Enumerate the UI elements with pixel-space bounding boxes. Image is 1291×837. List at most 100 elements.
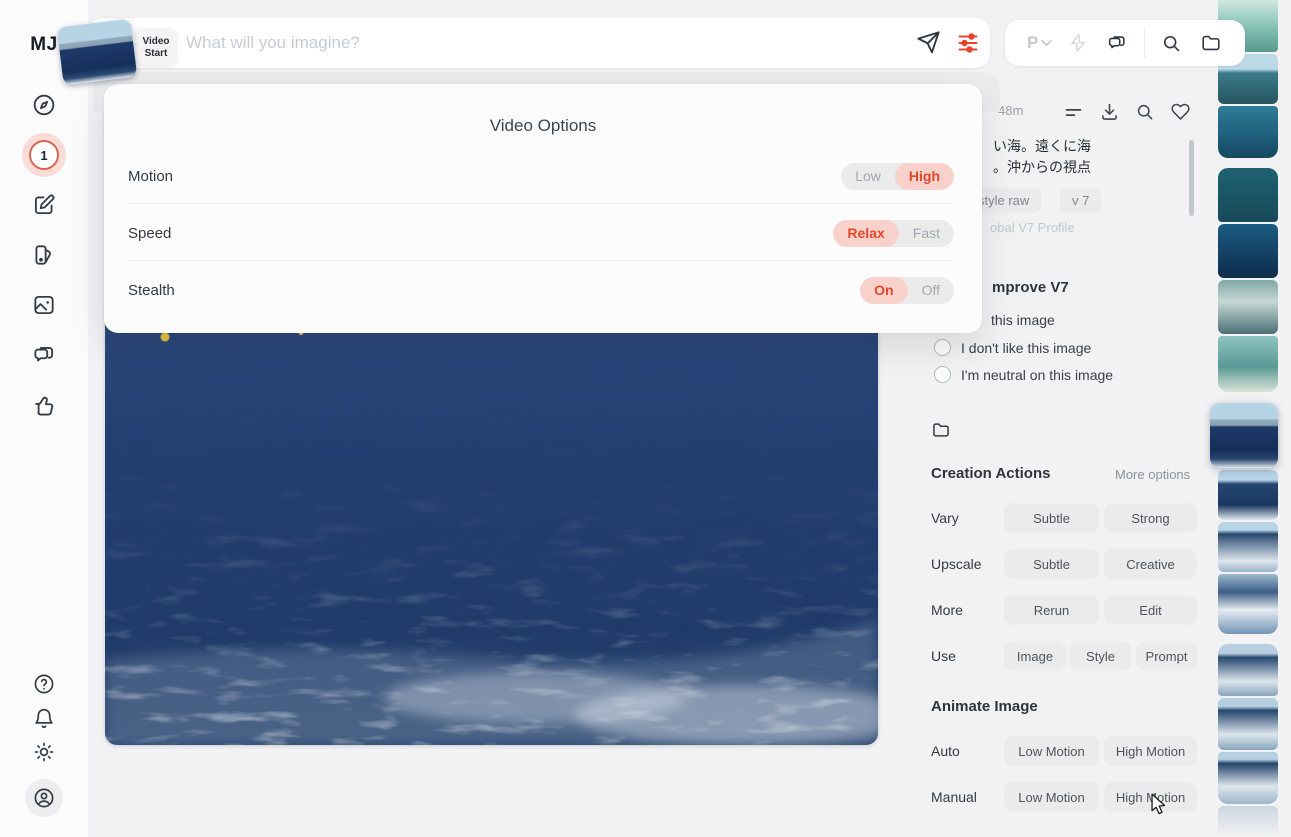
row-divider (128, 203, 954, 204)
more-options-link[interactable]: More options (1115, 467, 1190, 482)
auto-high-motion-button[interactable]: High Motion (1104, 736, 1197, 766)
like-button[interactable] (1170, 101, 1191, 122)
rating-option-dislike[interactable]: I don't like this image (961, 340, 1091, 356)
prompt-placeholder: What will you imagine? (186, 33, 360, 52)
motion-option-low[interactable]: Low (841, 163, 895, 190)
folder-icon (931, 420, 951, 440)
tag-profile[interactable]: obal V7 Profile (978, 215, 1087, 240)
rating-option-neutral[interactable]: I'm neutral on this image (961, 367, 1113, 383)
lightning-button[interactable] (1052, 33, 1088, 53)
stealth-label: Stealth (128, 281, 175, 299)
sidebar-item-theme[interactable] (32, 740, 56, 764)
edit-pencil-icon (31, 192, 57, 218)
gallery-thumbnail[interactable] (1218, 336, 1278, 392)
gallery-thumbnail[interactable] (1218, 752, 1278, 804)
lightning-icon (1068, 33, 1088, 53)
sidebar-item-chat[interactable] (31, 342, 57, 368)
speed-row: Speed Relax Fast (128, 219, 954, 247)
person-circle-icon (32, 786, 56, 810)
stealth-option-on[interactable]: On (860, 276, 908, 304)
gallery-thumbnail[interactable] (1218, 698, 1278, 750)
swatches-icon (31, 242, 57, 268)
prompt-text-line1: い海。遠くに海 (993, 138, 1091, 154)
speed-label: Speed (128, 224, 172, 242)
search-button[interactable] (1147, 33, 1182, 54)
chevron-down-icon (1041, 39, 1053, 47)
auto-low-motion-button[interactable]: Low Motion (1004, 736, 1099, 766)
sidebar-item-create[interactable] (31, 192, 57, 218)
speed-option-relax[interactable]: Relax (833, 219, 899, 247)
sidebar-item-notifications[interactable] (32, 706, 56, 730)
zoom-search-button[interactable] (1135, 102, 1155, 122)
manual-label: Manual (931, 789, 977, 805)
sidebar-item-explore[interactable] (31, 92, 57, 118)
video-settings-button[interactable] (956, 31, 980, 55)
motion-option-high[interactable]: High (894, 162, 954, 190)
sidebar-item-queue[interactable]: 1 (22, 133, 66, 177)
compass-icon (31, 92, 57, 118)
image-age: 48m (998, 103, 1024, 118)
rating-radio-neutral[interactable] (934, 366, 951, 383)
profile-dropdown[interactable]: P (1005, 33, 1053, 53)
mj-logo[interactable]: MJ (30, 34, 57, 56)
send-button[interactable] (916, 30, 941, 55)
gallery-thumbnail[interactable] (1218, 574, 1278, 634)
stealth-row: Stealth On Off (128, 276, 954, 304)
filter-button[interactable] (1063, 102, 1084, 123)
video-start-thumbnail[interactable] (56, 18, 138, 86)
manual-high-motion-button[interactable]: High Motion (1104, 782, 1197, 812)
use-image-button[interactable]: Image (1004, 641, 1066, 671)
gallery-thumbnail[interactable] (1218, 470, 1278, 520)
use-prompt-button[interactable]: Prompt (1136, 641, 1197, 671)
add-to-folder-button[interactable] (931, 420, 951, 440)
bell-icon (32, 706, 56, 730)
upscale-creative-button[interactable]: Creative (1104, 549, 1197, 579)
image-icon (31, 292, 57, 318)
creation-actions-title: Creation Actions (931, 465, 1051, 482)
gallery-thumbnail[interactable] (1218, 644, 1278, 696)
rating-option-like[interactable]: this image (991, 312, 1055, 328)
gallery-thumbnail[interactable] (1218, 224, 1278, 278)
motion-row: Motion Low High (128, 162, 954, 190)
video-chip-line1: Video (142, 36, 170, 47)
thumbs-up-icon (31, 392, 57, 418)
search-icon (1161, 33, 1182, 54)
upscale-subtle-button[interactable]: Subtle (1004, 549, 1099, 579)
filter-lines-icon (1063, 102, 1084, 123)
panel-scrollbar[interactable] (1189, 140, 1194, 216)
sidebar-item-rate[interactable] (31, 392, 57, 418)
tag-version[interactable]: v 7 (1060, 188, 1102, 213)
feed-chat-button[interactable] (1088, 32, 1128, 54)
video-options-panel: Video Options Motion Low High Speed Rela… (104, 84, 982, 333)
sidebar: MJ 1 (0, 0, 88, 837)
gallery-thumbnail[interactable] (1218, 280, 1278, 334)
use-style-button[interactable]: Style (1070, 641, 1131, 671)
folders-button[interactable] (1182, 32, 1222, 54)
gallery-thumbnail[interactable] (1218, 168, 1278, 222)
motion-label: Motion (128, 167, 174, 185)
rating-radio-dislike[interactable] (934, 339, 951, 356)
rerun-button[interactable]: Rerun (1004, 595, 1099, 625)
motion-toggle: Low High (841, 162, 954, 190)
gallery-thumbnail-selected[interactable] (1210, 403, 1278, 468)
vary-strong-button[interactable]: Strong (1104, 503, 1197, 533)
stealth-option-off[interactable]: Off (908, 277, 954, 304)
download-button[interactable] (1099, 101, 1120, 122)
gallery-thumbnail[interactable] (1218, 522, 1278, 572)
edit-button[interactable]: Edit (1104, 595, 1197, 625)
queue-count-badge: 1 (29, 140, 59, 170)
video-options-title: Video Options (489, 116, 597, 135)
video-start-chip[interactable]: Video Start (134, 28, 178, 68)
manual-low-motion-button[interactable]: Low Motion (1004, 782, 1099, 812)
sliders-icon (956, 31, 980, 55)
sidebar-item-help[interactable] (32, 672, 56, 696)
use-label: Use (931, 648, 956, 664)
speed-option-fast[interactable]: Fast (899, 220, 954, 247)
vary-subtle-button[interactable]: Subtle (1004, 503, 1099, 533)
sidebar-item-gallery[interactable] (31, 292, 57, 318)
gallery-thumbnail[interactable] (1218, 106, 1278, 158)
chat-bubbles-icon (1106, 32, 1128, 54)
sidebar-item-organize[interactable] (31, 242, 57, 268)
animate-image-title: Animate Image (931, 698, 1038, 715)
sidebar-item-account[interactable] (25, 779, 63, 817)
